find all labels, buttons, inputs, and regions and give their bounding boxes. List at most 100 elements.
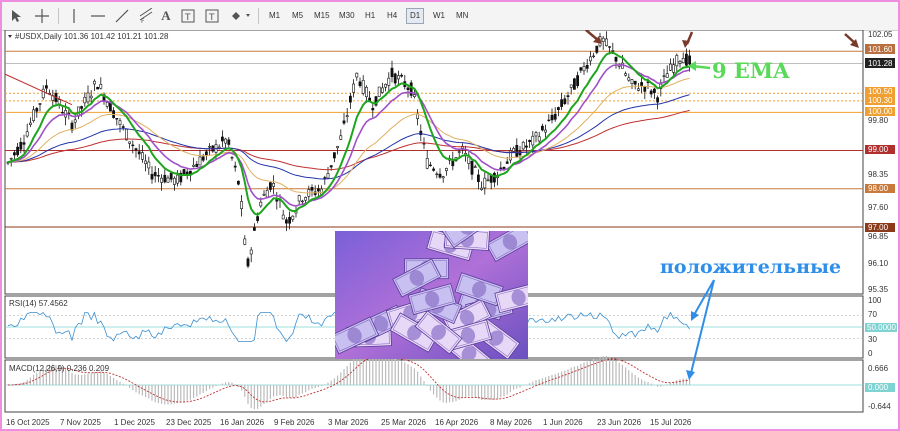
- label-icon[interactable]: T: [180, 8, 196, 24]
- macd-title: MACD(12,26,9) 0.236 0.209: [9, 364, 110, 373]
- candle-body: [428, 164, 432, 167]
- candle-body: [259, 201, 263, 207]
- candle-body: [470, 161, 474, 175]
- candle-body: [83, 96, 87, 104]
- candle-body: [9, 157, 13, 160]
- candle-body: [531, 135, 535, 146]
- candle-body: [521, 142, 525, 150]
- candle-body: [636, 88, 640, 91]
- candle-body: [358, 81, 362, 87]
- candle-body: [480, 187, 484, 190]
- candle-body: [310, 187, 314, 191]
- candle-body: [396, 75, 400, 80]
- candle-body: [288, 216, 292, 224]
- candle-body: [627, 77, 631, 81]
- candle-body: [339, 135, 343, 140]
- rsi-scale-label: 30: [868, 335, 877, 344]
- terminal-window: F A T T M1 M5 M15 M30 H1 H4 D1 W1 MN #US…: [0, 0, 900, 431]
- date-label: 16 Jan 2026: [220, 418, 265, 427]
- candle-body: [134, 148, 138, 151]
- price-chart[interactable]: #USDX,Daily 101.36 101.42 101.21 101.28 …: [2, 30, 898, 429]
- candle-body: [163, 174, 167, 183]
- candle-body: [221, 136, 224, 142]
- candle-body: [352, 83, 356, 93]
- date-label: 7 Nov 2025: [60, 418, 101, 427]
- timeframe-m5[interactable]: M5: [289, 9, 306, 23]
- timeframe-mn[interactable]: MN: [453, 9, 471, 23]
- candle-body: [678, 60, 682, 64]
- price-level-label: 99.00: [868, 145, 889, 154]
- candle-body: [240, 201, 244, 210]
- candle-body: [614, 56, 618, 62]
- timeframe-h1[interactable]: H1: [362, 9, 378, 23]
- vertical-line-icon[interactable]: [66, 8, 82, 24]
- candle-body: [390, 67, 394, 78]
- candle-body: [608, 46, 612, 48]
- money-photo: [335, 231, 528, 359]
- crosshair-icon[interactable]: [34, 8, 50, 24]
- candle-body: [281, 214, 285, 220]
- positive-annotation: положительные: [660, 256, 842, 278]
- rsi-level-label: 50.0000: [867, 323, 896, 332]
- candle-body: [563, 98, 567, 104]
- toolbar-separator: [258, 8, 259, 24]
- candle-body: [665, 73, 669, 78]
- timeframe-w1[interactable]: W1: [430, 9, 448, 23]
- candle-body: [38, 103, 42, 105]
- candle-body: [400, 74, 404, 77]
- candle-body: [662, 75, 666, 77]
- timeframe-d1[interactable]: D1: [406, 8, 425, 24]
- candle-body: [684, 53, 688, 66]
- candle-body: [125, 128, 128, 141]
- candle-body: [316, 188, 320, 192]
- cursor-icon[interactable]: [8, 8, 24, 24]
- horizontal-line-icon[interactable]: [90, 8, 106, 24]
- candle-body: [595, 45, 599, 53]
- price-tick-label: 99.80: [868, 116, 889, 125]
- candle-body: [544, 129, 548, 133]
- candle-body: [345, 115, 349, 118]
- candle-body: [224, 138, 228, 144]
- candle-body: [483, 177, 487, 189]
- candle-body: [230, 156, 234, 159]
- price-level-label: 101.60: [868, 45, 893, 54]
- candle-body: [492, 172, 496, 183]
- candle-body: [412, 94, 416, 97]
- candle-body: [41, 88, 45, 99]
- candle-body: [96, 86, 100, 90]
- candle-body: [118, 120, 122, 125]
- candle-body: [534, 132, 538, 137]
- shapes-icon[interactable]: [230, 8, 252, 24]
- candle-body: [160, 177, 164, 183]
- equidistant-channel-icon[interactable]: F: [138, 7, 154, 25]
- candle-body: [300, 200, 304, 203]
- timeframe-m30[interactable]: M30: [336, 9, 358, 23]
- candle-body: [630, 79, 634, 84]
- candle-body: [576, 75, 580, 87]
- date-label: 1 Jun 2026: [543, 418, 583, 427]
- candle-body: [473, 166, 477, 168]
- candle-body: [176, 174, 180, 184]
- candle-body: [444, 167, 448, 172]
- candle-body: [243, 238, 247, 245]
- text-box-icon[interactable]: T: [204, 8, 220, 24]
- timeframe-h4[interactable]: H4: [384, 9, 400, 23]
- candle-body: [169, 172, 173, 180]
- timeframe-m15[interactable]: M15: [311, 9, 333, 23]
- candle-body: [377, 86, 381, 97]
- timeframe-m1[interactable]: M1: [266, 9, 283, 23]
- candle-body: [332, 152, 336, 159]
- text-icon[interactable]: A: [158, 8, 174, 24]
- date-label: 8 May 2026: [490, 418, 532, 427]
- candle-body: [566, 95, 570, 98]
- price-level-label: 100.00: [868, 107, 893, 116]
- candle-body: [643, 86, 647, 92]
- date-label: 16 Apr 2026: [435, 418, 479, 427]
- candle-body: [499, 167, 503, 169]
- candle-body: [393, 73, 397, 84]
- candle-body: [198, 156, 202, 166]
- candle-body: [515, 144, 519, 158]
- candle-body: [326, 173, 330, 179]
- candle-body: [141, 152, 144, 160]
- trendline-icon[interactable]: [114, 8, 130, 24]
